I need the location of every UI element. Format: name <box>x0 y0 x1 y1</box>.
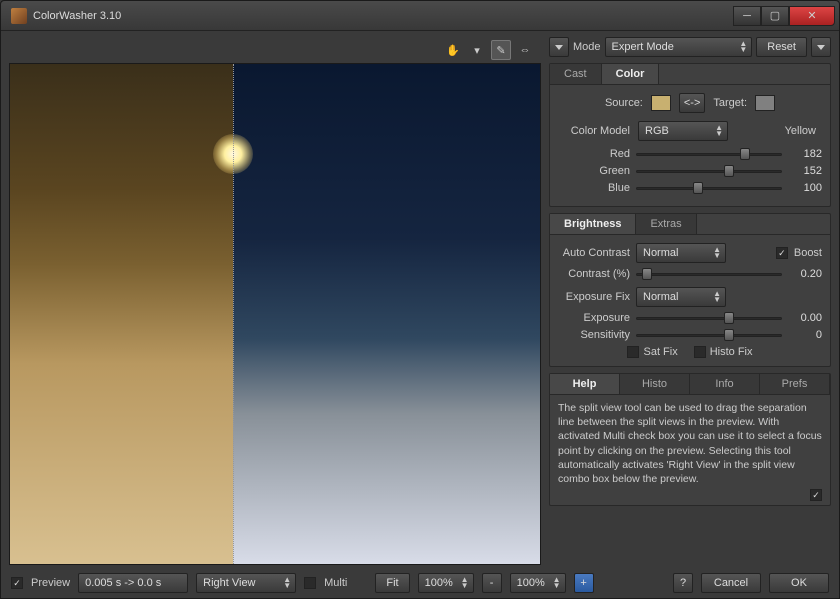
blue-label: Blue <box>558 182 630 194</box>
close-button[interactable]: ✕ <box>789 6 835 26</box>
app-icon <box>11 8 27 24</box>
auto-contrast-dropdown[interactable]: Normal ▲▼ <box>636 243 726 263</box>
green-label: Green <box>558 165 630 177</box>
tab-brightness[interactable]: Brightness <box>550 214 636 234</box>
colorname-label: Yellow <box>736 125 822 137</box>
zoom-plus-button[interactable]: + <box>574 573 594 593</box>
source-label: Source: <box>605 97 643 109</box>
titlebar[interactable]: ColorWasher 3.10 ─ ▢ ✕ <box>1 1 839 31</box>
preview-toolbar: ✋ ▾ ✎ ⇔ <box>9 37 541 63</box>
fit-button[interactable]: Fit <box>375 573 409 593</box>
cancel-button[interactable]: Cancel <box>701 573 761 593</box>
zoom-right-dropdown[interactable]: 100% ▲▼ <box>510 573 566 593</box>
view-dropdown[interactable]: Right View ▲▼ <box>196 573 296 593</box>
mode-dropdown[interactable]: Expert Mode ▲▼ <box>605 37 753 57</box>
histofix-label: Histo Fix <box>710 346 753 358</box>
minimize-button[interactable]: ─ <box>733 6 761 26</box>
exposurefix-label: Exposure Fix <box>558 291 630 303</box>
help-button[interactable]: ? <box>673 573 693 593</box>
blue-value: 100 <box>788 182 822 194</box>
red-value: 182 <box>788 148 822 160</box>
sensitivity-label: Sensitivity <box>558 329 630 341</box>
maximize-button[interactable]: ▢ <box>761 6 789 26</box>
window-title: ColorWasher 3.10 <box>33 10 733 22</box>
auto-contrast-label: Auto Contrast <box>558 247 630 259</box>
reset-button[interactable]: Reset <box>756 37 807 57</box>
tab-help[interactable]: Help <box>550 374 620 394</box>
mode-row: Mode Expert Mode ▲▼ Reset <box>549 37 831 57</box>
hand-tool-icon[interactable]: ✋ <box>443 40 463 60</box>
preview-checkbox[interactable]: ✓ <box>11 577 23 589</box>
histofix-checkbox[interactable] <box>694 346 706 358</box>
tab-prefs[interactable]: Prefs <box>760 374 830 394</box>
exposurefix-value: Normal <box>643 291 678 303</box>
colormodel-dropdown[interactable]: RGB ▲▼ <box>638 121 728 141</box>
mode-value: Expert Mode <box>612 41 674 53</box>
zoom-minus-button[interactable]: - <box>482 573 502 593</box>
exposure-label: Exposure <box>558 312 630 324</box>
preview-label: Preview <box>31 577 70 589</box>
timing-value: 0.005 s -> 0.0 s <box>85 577 161 589</box>
sensitivity-slider[interactable] <box>636 328 782 342</box>
brightness-panel: Brightness Extras Auto Contrast Normal ▲… <box>549 213 831 367</box>
split-divider[interactable] <box>233 64 234 564</box>
exposure-slider[interactable] <box>636 311 782 325</box>
sensitivity-value: 0 <box>788 329 822 341</box>
satfix-checkbox[interactable] <box>627 346 639 358</box>
pointer-tool-icon[interactable]: ▾ <box>467 40 487 60</box>
boost-label: Boost <box>794 247 822 259</box>
preview-image <box>10 64 540 564</box>
exposure-value: 0.00 <box>788 312 822 324</box>
tab-info[interactable]: Info <box>690 374 760 394</box>
exposurefix-dropdown[interactable]: Normal ▲▼ <box>636 287 726 307</box>
green-slider[interactable] <box>636 164 782 178</box>
boost-checkbox[interactable]: ✓ <box>776 247 788 259</box>
zoom-left-dropdown[interactable]: 100% ▲▼ <box>418 573 474 593</box>
preview-area[interactable] <box>9 63 541 565</box>
satfix-label: Sat Fix <box>643 346 677 358</box>
target-label: Target: <box>713 97 747 109</box>
help-checkbox[interactable]: ✓ <box>810 489 822 501</box>
tab-histo[interactable]: Histo <box>620 374 690 394</box>
multi-label: Multi <box>324 577 347 589</box>
green-value: 152 <box>788 165 822 177</box>
red-slider[interactable] <box>636 147 782 161</box>
multi-checkbox[interactable] <box>304 577 316 589</box>
cast-color-panel: Cast Color Source: <-> Target: Color Mod… <box>549 63 831 207</box>
preview-before <box>10 64 233 564</box>
contrast-label: Contrast (%) <box>558 268 630 280</box>
source-swatch[interactable] <box>651 95 671 111</box>
red-label: Red <box>558 148 630 160</box>
swap-button[interactable]: <-> <box>679 93 706 113</box>
view-value: Right View <box>203 577 255 589</box>
app-window: ColorWasher 3.10 ─ ▢ ✕ ✋ ▾ ✎ ⇔ <box>0 0 840 599</box>
contrast-value: 0.20 <box>788 268 822 280</box>
help-text: The split view tool can be used to drag … <box>550 395 830 505</box>
timing-display[interactable]: 0.005 s -> 0.0 s <box>78 573 188 593</box>
split-tool-icon[interactable]: ⇔ <box>515 40 535 60</box>
tab-cast[interactable]: Cast <box>550 64 602 84</box>
reset-menu-button[interactable] <box>811 37 831 57</box>
colormodel-value: RGB <box>645 125 669 137</box>
eyedropper-tool-icon[interactable]: ✎ <box>491 40 511 60</box>
preview-after <box>233 64 540 564</box>
tab-extras[interactable]: Extras <box>636 214 696 234</box>
colormodel-label: Color Model <box>558 125 630 137</box>
target-swatch[interactable] <box>755 95 775 111</box>
tab-color[interactable]: Color <box>602 64 660 84</box>
help-panel: Help Histo Info Prefs The split view too… <box>549 373 831 506</box>
contrast-slider[interactable] <box>636 267 782 281</box>
footer: ✓ Preview 0.005 s -> 0.0 s Right View ▲▼… <box>1 571 839 595</box>
blue-slider[interactable] <box>636 181 782 195</box>
ok-button[interactable]: OK <box>769 573 829 593</box>
mode-menu-button[interactable] <box>549 37 569 57</box>
zoom-left-value: 100% <box>425 577 453 589</box>
mode-label: Mode <box>573 41 601 53</box>
auto-contrast-value: Normal <box>643 247 678 259</box>
zoom-right-value: 100% <box>517 577 545 589</box>
